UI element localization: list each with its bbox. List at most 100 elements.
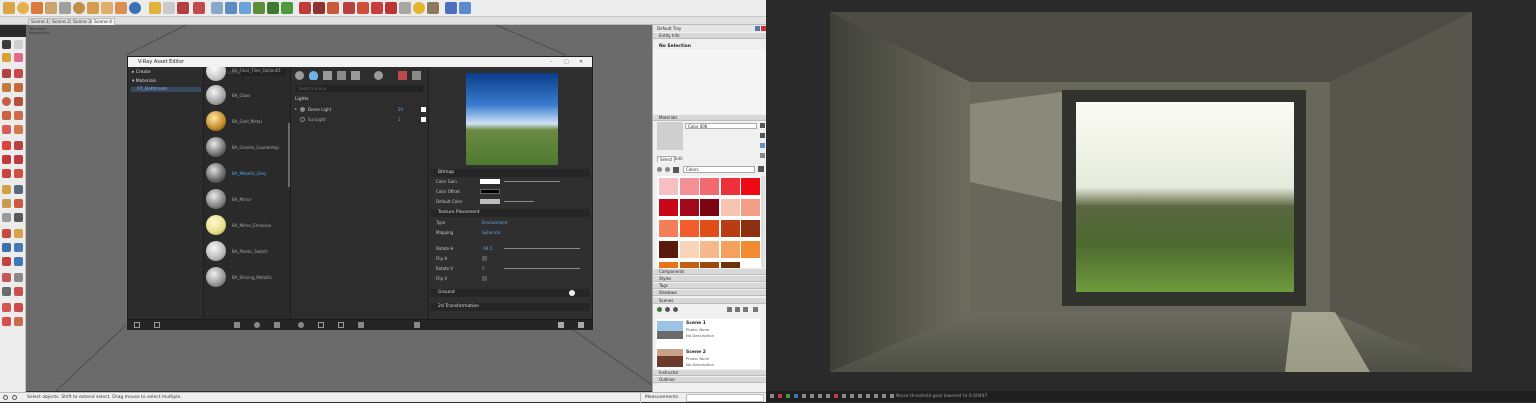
light-enable-checkbox[interactable]: [421, 117, 426, 122]
material-swatch[interactable]: [659, 199, 678, 216]
scene-name[interactable]: Scene 2: [686, 350, 706, 355]
rotate-icon[interactable]: [59, 2, 71, 14]
library-dropdown[interactable]: Colors: [683, 166, 755, 173]
material-thumb[interactable]: [206, 241, 226, 261]
textures-category-icon[interactable]: [337, 71, 346, 80]
search-scene-input[interactable]: Search Scene: [295, 85, 423, 92]
freehand-icon[interactable]: [14, 69, 23, 78]
material-swatch[interactable]: [679, 262, 699, 268]
color-gain-swatch[interactable]: [480, 179, 500, 184]
scene-name[interactable]: Scene 1: [686, 321, 706, 326]
tree-item-create[interactable]: ▸ Create: [132, 70, 151, 75]
material-thumb[interactable]: [206, 67, 226, 81]
fur-icon[interactable]: [313, 2, 325, 14]
tape-icon[interactable]: [101, 2, 113, 14]
ground-toggle[interactable]: [569, 290, 575, 296]
material-swatch[interactable]: [679, 241, 699, 258]
material-name[interactable]: BA_Glass: [232, 93, 250, 98]
material-swatch[interactable]: [741, 178, 760, 195]
material-swatch[interactable]: [720, 241, 740, 258]
rectangle-icon[interactable]: [2, 83, 11, 92]
pin-icon[interactable]: [755, 26, 760, 31]
material-swatch[interactable]: [700, 199, 719, 216]
tab-scene-4[interactable]: Scene 4: [91, 18, 116, 25]
flip-h-checkbox[interactable]: [482, 256, 487, 261]
vfb-icon[interactable]: [786, 394, 790, 398]
tags-header[interactable]: Tags: [653, 283, 767, 289]
arc-tool-icon[interactable]: [2, 111, 11, 120]
clipper-icon[interactable]: [327, 2, 339, 14]
position-camera-icon[interactable]: [2, 273, 11, 282]
vray-interactive-icon[interactable]: [163, 2, 175, 14]
material-name[interactable]: BA_Shining_Metallic: [232, 275, 272, 280]
sample-paint-icon[interactable]: [760, 153, 765, 158]
material-name[interactable]: BA_Granite_Countertop: [232, 145, 279, 150]
material-swatch[interactable]: [659, 220, 678, 237]
previous-view-icon[interactable]: [14, 257, 23, 266]
material-swatch[interactable]: [720, 178, 740, 195]
lights-category-icon[interactable]: [309, 71, 318, 80]
type-dropdown[interactable]: Environment: [482, 220, 508, 225]
rotate-h-slider[interactable]: [504, 248, 580, 249]
tree-item-selected-library[interactable]: 07_Bathroom: [131, 87, 201, 92]
material-thumb[interactable]: [206, 137, 226, 157]
vfb-icon[interactable]: [802, 394, 806, 398]
rotated-rect-icon[interactable]: [14, 83, 23, 92]
orbit-icon[interactable]: [129, 2, 141, 14]
render-elements-icon[interactable]: [351, 71, 360, 80]
material-thumb[interactable]: [206, 85, 226, 105]
view-options-icon[interactable]: [743, 307, 748, 312]
3d-text-icon[interactable]: [14, 213, 23, 222]
components-header[interactable]: Components: [653, 269, 767, 275]
rotate-v-value[interactable]: 0: [482, 266, 485, 271]
add-detail-icon[interactable]: [2, 317, 11, 326]
extension-warehouse-icon[interactable]: [445, 2, 457, 14]
material-swatch[interactable]: [700, 220, 719, 237]
vfb-icon[interactable]: [890, 394, 894, 398]
shadows-header[interactable]: Shadows: [653, 290, 767, 296]
bitmap-section[interactable]: Bitmap: [430, 169, 590, 177]
update-scene-icon[interactable]: [657, 307, 662, 312]
select-icon[interactable]: [2, 40, 11, 49]
scene-thumbnail[interactable]: [657, 349, 683, 367]
text-icon[interactable]: [14, 199, 23, 208]
vfb-icon[interactable]: [818, 394, 822, 398]
show-details-icon[interactable]: [753, 307, 758, 312]
material-name[interactable]: BA_Mirror: [232, 197, 251, 202]
create-asset-icon[interactable]: [298, 322, 304, 328]
rotate-v-slider[interactable]: [504, 268, 580, 269]
styles-header[interactable]: Styles: [653, 276, 767, 282]
frame-buffer-view-icon[interactable]: [412, 71, 421, 80]
refresh-icon[interactable]: [254, 322, 260, 328]
material-thumb[interactable]: [206, 215, 226, 235]
light-intensity[interactable]: 1: [398, 117, 401, 122]
frame-buffer-icon[interactable]: [193, 2, 205, 14]
walk-icon[interactable]: [2, 287, 11, 296]
select-tool-icon[interactable]: [3, 2, 15, 14]
entity-info-header[interactable]: Entity Info: [653, 33, 767, 39]
purge-icon[interactable]: [414, 322, 420, 328]
material-swatch[interactable]: [700, 262, 719, 268]
color-gain-slider[interactable]: [504, 181, 560, 182]
import-icon[interactable]: [318, 322, 324, 328]
zoom-icon[interactable]: [2, 243, 11, 252]
material-swatch[interactable]: [700, 178, 719, 195]
vfb-icon[interactable]: [866, 394, 870, 398]
axes-icon[interactable]: [2, 213, 11, 222]
in-model-icon[interactable]: [673, 167, 679, 173]
polygon-icon[interactable]: [14, 97, 23, 106]
color-offset-swatch[interactable]: [480, 189, 500, 194]
material-thumb[interactable]: [206, 189, 226, 209]
minimize-icon[interactable]: –: [550, 57, 553, 67]
vfb-icon[interactable]: [882, 394, 886, 398]
model-viewport[interactable]: Two Point Perspective V-Ray Asset Editor…: [26, 25, 652, 391]
mesh-clipper-icon[interactable]: [343, 2, 355, 14]
info-icon[interactable]: [12, 395, 17, 400]
add-to-scene-icon[interactable]: [274, 322, 280, 328]
tools-icon[interactable]: [427, 2, 439, 14]
ground-section[interactable]: Ground: [430, 289, 590, 297]
close-icon[interactable]: ✕: [579, 57, 583, 67]
orbit-tool-icon[interactable]: [2, 229, 11, 238]
material-thumb[interactable]: [206, 163, 226, 183]
vfb-icon[interactable]: [874, 394, 878, 398]
